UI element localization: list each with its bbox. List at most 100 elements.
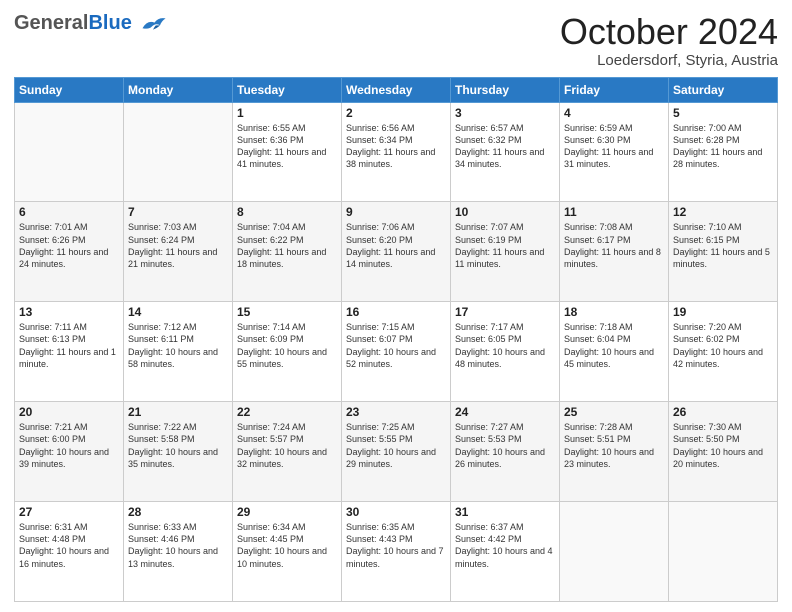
day-info: Sunrise: 6:33 AMSunset: 4:46 PMDaylight:… <box>128 521 228 570</box>
day-info: Sunrise: 7:21 AMSunset: 6:00 PMDaylight:… <box>19 421 119 470</box>
calendar-cell: 10Sunrise: 7:07 AMSunset: 6:19 PMDayligh… <box>451 202 560 302</box>
logo: GeneralBlue <box>14 12 167 34</box>
day-number: 20 <box>19 405 119 419</box>
calendar-cell: 17 Sunrise: 7:17 AMSunset: 6:05 PMDayligh… <box>451 302 560 402</box>
day-number: 23 <box>346 405 446 419</box>
day-number: 11 <box>564 205 664 219</box>
calendar-cell: 4 Sunrise: 6:59 AMSunset: 6:30 PMDaylight… <box>560 102 669 202</box>
day-number: 15 <box>237 305 337 319</box>
day-number: 1 <box>237 106 337 120</box>
day-info: Sunrise: 7:27 AMSunset: 5:53 PMDaylight:… <box>455 421 555 470</box>
calendar-cell: 28Sunrise: 6:33 AMSunset: 4:46 PMDayligh… <box>124 502 233 602</box>
calendar-header-row: SundayMondayTuesdayWednesdayThursdayFrid… <box>15 77 778 102</box>
calendar-cell: 27 Sunrise: 6:31 AMSunset: 4:48 PMDayligh… <box>15 502 124 602</box>
calendar-cell <box>560 502 669 602</box>
day-number: 29 <box>237 505 337 519</box>
day-info: Sunrise: 7:25 AMSunset: 5:55 PMDaylight:… <box>346 421 446 470</box>
location: Loedersdorf, Styria, Austria <box>560 52 778 69</box>
day-number: 8 <box>237 205 337 219</box>
day-number: 22 <box>237 405 337 419</box>
calendar-cell: 22Sunrise: 7:24 AMSunset: 5:57 PMDayligh… <box>233 402 342 502</box>
day-number: 30 <box>346 505 446 519</box>
day-info: Sunrise: 7:28 AMSunset: 5:51 PMDaylight:… <box>564 421 664 470</box>
day-info: Sunrise: 6:31 AMSunset: 4:48 PMDaylight:… <box>19 521 119 570</box>
logo-bird-icon <box>139 14 167 34</box>
calendar-week-row: 6 Sunrise: 7:01 AMSunset: 6:26 PMDaylight… <box>15 202 778 302</box>
day-header-monday: Monday <box>124 77 233 102</box>
calendar-cell: 21 Sunrise: 7:22 AMSunset: 5:58 PMDayligh… <box>124 402 233 502</box>
calendar-cell: 30 Sunrise: 6:35 AMSunset: 4:43 PMDayligh… <box>342 502 451 602</box>
day-info: Sunrise: 6:35 AMSunset: 4:43 PMDaylight:… <box>346 521 446 570</box>
day-number: 18 <box>564 305 664 319</box>
day-number: 21 <box>128 405 228 419</box>
calendar-cell: 24 Sunrise: 7:27 AMSunset: 5:53 PMDayligh… <box>451 402 560 502</box>
calendar-cell: 8 Sunrise: 7:04 AMSunset: 6:22 PMDaylight… <box>233 202 342 302</box>
calendar-cell: 15 Sunrise: 7:14 AMSunset: 6:09 PMDayligh… <box>233 302 342 402</box>
day-header-wednesday: Wednesday <box>342 77 451 102</box>
day-info: Sunrise: 7:10 AMSunset: 6:15 PMDaylight:… <box>673 221 773 270</box>
header: GeneralBlue October 2024 Loedersdorf, St… <box>14 12 778 69</box>
calendar-cell: 25Sunrise: 7:28 AMSunset: 5:51 PMDayligh… <box>560 402 669 502</box>
day-info: Sunrise: 6:57 AMSunset: 6:32 PMDaylight:… <box>455 122 555 171</box>
logo-blue: Blue <box>88 12 131 34</box>
calendar-container: GeneralBlue October 2024 Loedersdorf, St… <box>0 0 792 612</box>
title-block: October 2024 Loedersdorf, Styria, Austri… <box>560 12 778 69</box>
day-header-tuesday: Tuesday <box>233 77 342 102</box>
calendar-cell <box>124 102 233 202</box>
calendar-cell: 23 Sunrise: 7:25 AMSunset: 5:55 PMDayligh… <box>342 402 451 502</box>
calendar-cell: 18 Sunrise: 7:18 AMSunset: 6:04 PMDayligh… <box>560 302 669 402</box>
day-info: Sunrise: 6:37 AMSunset: 4:42 PMDaylight:… <box>455 521 555 570</box>
day-info: Sunrise: 7:12 AMSunset: 6:11 PMDaylight:… <box>128 321 228 370</box>
calendar-cell: 11 Sunrise: 7:08 AMSunset: 6:17 PMDayligh… <box>560 202 669 302</box>
day-info: Sunrise: 7:11 AMSunset: 6:13 PMDaylight:… <box>19 321 119 370</box>
day-info: Sunrise: 7:22 AMSunset: 5:58 PMDaylight:… <box>128 421 228 470</box>
day-info: Sunrise: 7:30 AMSunset: 5:50 PMDaylight:… <box>673 421 773 470</box>
day-number: 9 <box>346 205 446 219</box>
day-number: 12 <box>673 205 773 219</box>
calendar-cell: 7Sunrise: 7:03 AMSunset: 6:24 PMDaylight… <box>124 202 233 302</box>
calendar-week-row: 27 Sunrise: 6:31 AMSunset: 4:48 PMDayligh… <box>15 502 778 602</box>
day-number: 13 <box>19 305 119 319</box>
day-number: 17 <box>455 305 555 319</box>
day-number: 24 <box>455 405 555 419</box>
day-info: Sunrise: 7:06 AMSunset: 6:20 PMDaylight:… <box>346 221 446 270</box>
calendar-cell: 14Sunrise: 7:12 AMSunset: 6:11 PMDayligh… <box>124 302 233 402</box>
day-info: Sunrise: 7:17 AMSunset: 6:05 PMDaylight:… <box>455 321 555 370</box>
logo-general: General <box>14 12 88 34</box>
day-info: Sunrise: 7:15 AMSunset: 6:07 PMDaylight:… <box>346 321 446 370</box>
calendar-table: SundayMondayTuesdayWednesdayThursdayFrid… <box>14 77 778 602</box>
calendar-cell: 26 Sunrise: 7:30 AMSunset: 5:50 PMDayligh… <box>669 402 778 502</box>
day-info: Sunrise: 6:59 AMSunset: 6:30 PMDaylight:… <box>564 122 664 171</box>
calendar-cell: 9 Sunrise: 7:06 AMSunset: 6:20 PMDaylight… <box>342 202 451 302</box>
calendar-cell: 13 Sunrise: 7:11 AMSunset: 6:13 PMDayligh… <box>15 302 124 402</box>
day-number: 16 <box>346 305 446 319</box>
calendar-cell: 31 Sunrise: 6:37 AMSunset: 4:42 PMDayligh… <box>451 502 560 602</box>
calendar-week-row: 20 Sunrise: 7:21 AMSunset: 6:00 PMDayligh… <box>15 402 778 502</box>
day-info: Sunrise: 7:07 AMSunset: 6:19 PMDaylight:… <box>455 221 555 270</box>
day-number: 2 <box>346 106 446 120</box>
day-number: 31 <box>455 505 555 519</box>
day-number: 5 <box>673 106 773 120</box>
day-info: Sunrise: 7:08 AMSunset: 6:17 PMDaylight:… <box>564 221 664 270</box>
day-number: 6 <box>19 205 119 219</box>
day-info: Sunrise: 7:14 AMSunset: 6:09 PMDaylight:… <box>237 321 337 370</box>
day-number: 4 <box>564 106 664 120</box>
day-info: Sunrise: 7:18 AMSunset: 6:04 PMDaylight:… <box>564 321 664 370</box>
day-number: 26 <box>673 405 773 419</box>
day-header-thursday: Thursday <box>451 77 560 102</box>
calendar-cell: 2Sunrise: 6:56 AMSunset: 6:34 PMDaylight… <box>342 102 451 202</box>
day-header-sunday: Sunday <box>15 77 124 102</box>
day-info: Sunrise: 7:01 AMSunset: 6:26 PMDaylight:… <box>19 221 119 270</box>
day-number: 19 <box>673 305 773 319</box>
calendar-cell: 12 Sunrise: 7:10 AMSunset: 6:15 PMDayligh… <box>669 202 778 302</box>
calendar-week-row: 13 Sunrise: 7:11 AMSunset: 6:13 PMDayligh… <box>15 302 778 402</box>
calendar-cell: 19 Sunrise: 7:20 AMSunset: 6:02 PMDayligh… <box>669 302 778 402</box>
day-header-friday: Friday <box>560 77 669 102</box>
day-number: 27 <box>19 505 119 519</box>
day-info: Sunrise: 7:04 AMSunset: 6:22 PMDaylight:… <box>237 221 337 270</box>
calendar-cell: 5Sunrise: 7:00 AMSunset: 6:28 PMDaylight… <box>669 102 778 202</box>
calendar-cell: 6 Sunrise: 7:01 AMSunset: 6:26 PMDaylight… <box>15 202 124 302</box>
calendar-cell <box>15 102 124 202</box>
day-number: 3 <box>455 106 555 120</box>
day-info: Sunrise: 7:20 AMSunset: 6:02 PMDaylight:… <box>673 321 773 370</box>
